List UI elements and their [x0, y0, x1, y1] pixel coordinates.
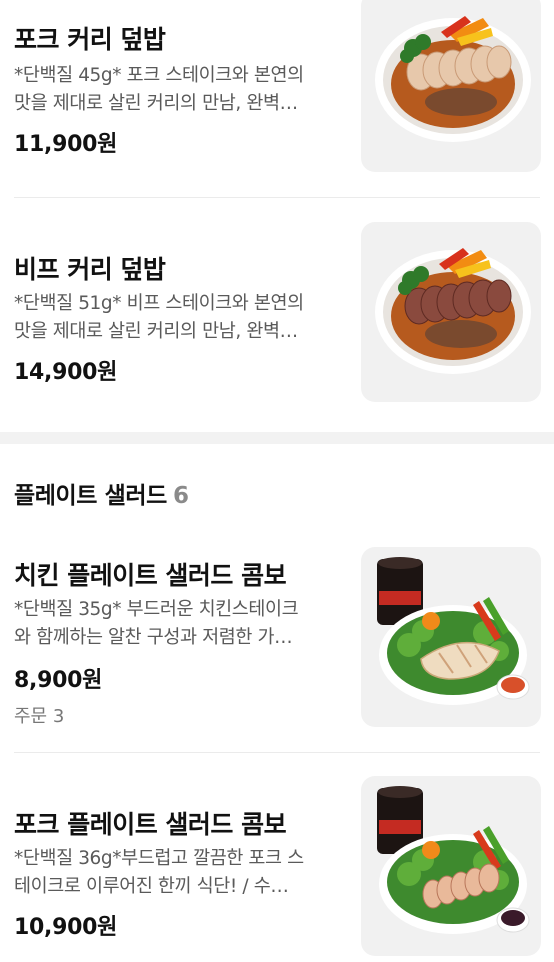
menu-item-price: 10,900원 [14, 915, 118, 940]
description-line: *단백질 35g* 부드러운 치킨스테이크 [14, 599, 299, 620]
menu-item-pork-salad-combo[interactable]: 포크 플레이트 샐러드 콤보 *단백질 36g*부드럽고 깔끔한 포크 스 테이… [0, 753, 554, 962]
menu-item-chicken-salad-combo[interactable]: 치킨 플레이트 샐러드 콤보 *단백질 35g* 부드러운 치킨스테이크 와 함… [0, 530, 554, 752]
beef-curry-bowl-photo[interactable] [361, 222, 541, 402]
menu-item-beef-curry[interactable]: 비프 커리 덮밥 *단백질 51g* 비프 스테이크와 본연의 맛을 제대로 살… [0, 198, 554, 430]
menu-item-price: 14,900원 [14, 360, 118, 385]
menu-item-price: 8,900원 [14, 668, 103, 693]
order-count: 주문 3 [14, 706, 65, 727]
pork-salad-combo-photo[interactable] [361, 776, 541, 956]
description-line: 맛을 제대로 살린 커리의 만남, 완벽… [14, 321, 298, 342]
menu-item-description: *단백질 35g* 부드러운 치킨스테이크 와 함께하는 알찬 구성과 저렴한 … [14, 596, 344, 652]
menu-item-name: 포크 커리 덮밥 [14, 25, 166, 54]
menu-item-price: 11,900원 [14, 132, 118, 157]
section-separator [0, 432, 554, 444]
pork-curry-bowl-photo[interactable] [361, 0, 541, 172]
menu-item-description: *단백질 51g* 비프 스테이크와 본연의 맛을 제대로 살린 커리의 만남,… [14, 290, 344, 346]
description-line: 와 함께하는 알찬 구성과 저렴한 가… [14, 627, 293, 648]
menu-item-name: 치킨 플레이트 샐러드 콤보 [14, 561, 287, 590]
description-line: *단백질 51g* 비프 스테이크와 본연의 [14, 293, 304, 314]
menu-item-description: *단백질 36g*부드럽고 깔끔한 포크 스 테이크로 이루어진 한끼 식단! … [14, 845, 344, 901]
description-line: *단백질 45g* 포크 스테이크와 본연의 [14, 65, 304, 86]
chicken-salad-combo-photo[interactable] [361, 547, 541, 727]
description-line: 테이크로 이루어진 한끼 식단! / 수… [14, 876, 289, 897]
description-line: *단백질 36g*부드럽고 깔끔한 포크 스 [14, 848, 304, 869]
description-line: 맛을 제대로 살린 커리의 만남, 완벽… [14, 93, 298, 114]
menu-item-description: *단백질 45g* 포크 스테이크와 본연의 맛을 제대로 살린 커리의 만남,… [14, 62, 344, 118]
section-item-count: 6 [172, 483, 189, 509]
menu-item-name: 비프 커리 덮밥 [14, 255, 166, 284]
section-title: 플레이트 샐러드 6 [14, 476, 189, 510]
menu-item-name: 포크 플레이트 샐러드 콤보 [14, 810, 287, 839]
menu-item-pork-curry[interactable]: 포크 커리 덮밥 *단백질 45g* 포크 스테이크와 본연의 맛을 제대로 살… [0, 0, 554, 198]
section-title-label: 플레이트 샐러드 [14, 483, 167, 509]
